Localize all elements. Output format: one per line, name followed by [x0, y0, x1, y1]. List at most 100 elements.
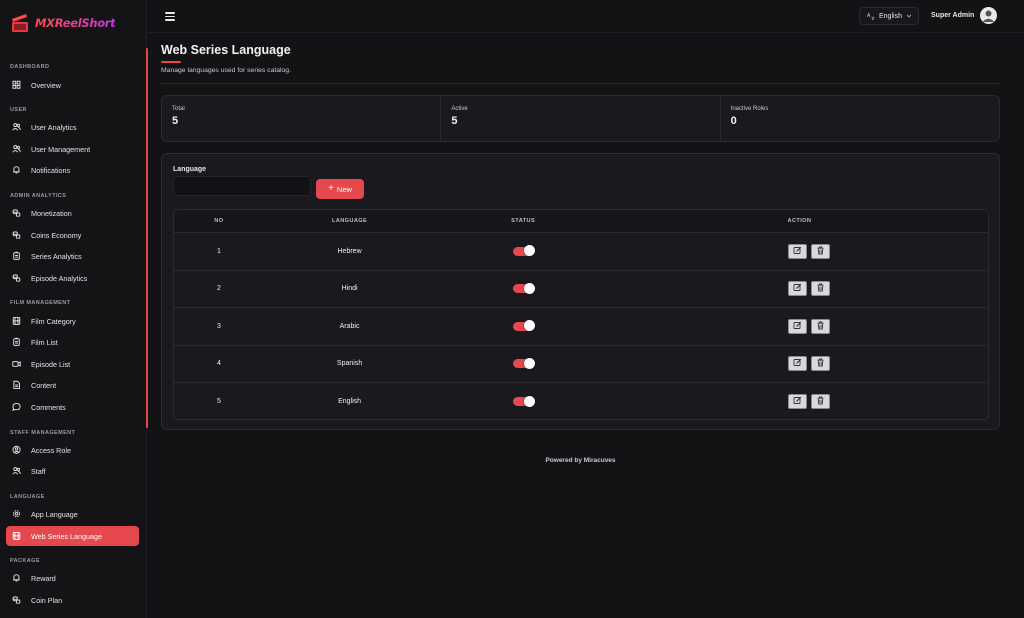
edit-icon — [793, 321, 802, 332]
sidebar-item-film-list[interactable]: Film List — [6, 332, 139, 352]
users-icon — [12, 467, 21, 476]
edit-icon — [793, 246, 802, 257]
title-underline — [161, 61, 181, 63]
edit-button[interactable] — [788, 318, 808, 334]
sidebar-section-title: LANGUAGE — [10, 494, 45, 500]
row-status-cell — [435, 395, 611, 407]
sidebar-item-label: Coins Economy — [31, 230, 82, 240]
sidebar-item-user-analytics[interactable]: User Analytics — [6, 117, 139, 137]
row-number: 5 — [216, 398, 221, 406]
sidebar-item-notifications[interactable]: Notifications — [6, 160, 139, 180]
sidebar-item-coins-economy[interactable]: Coins Economy — [6, 225, 139, 245]
delete-button[interactable] — [811, 394, 831, 410]
menu-toggle-icon[interactable] — [165, 12, 175, 21]
delete-button[interactable] — [811, 356, 831, 372]
trash-icon — [816, 246, 825, 257]
row-language: Hindi — [341, 285, 358, 293]
language-selector[interactable]: A文 English — [859, 7, 919, 25]
table-row: 3 Arabic — [174, 308, 988, 346]
column-header-action: ACTION — [787, 218, 812, 224]
film-icon — [12, 317, 21, 326]
comment-icon — [12, 403, 21, 412]
language-table: NO LANGUAGE STATUS ACTION 1 Hebrew 2 Hin… — [173, 209, 989, 420]
status-toggle[interactable] — [512, 282, 535, 294]
sidebar-item-label: Staff — [31, 466, 46, 476]
stat-value: 5 — [451, 115, 458, 127]
sidebar-item-web-series-language[interactable]: Web Series Language — [6, 526, 139, 546]
logo-icon — [10, 13, 32, 33]
row-actions — [611, 243, 988, 259]
user-name: Super Admin — [931, 12, 975, 19]
language-filter-input[interactable] — [173, 176, 311, 196]
edit-icon — [793, 283, 802, 294]
delete-button[interactable] — [811, 318, 831, 334]
user-menu[interactable]: Super Admin — [931, 7, 998, 24]
row-actions — [611, 356, 988, 372]
status-toggle[interactable] — [512, 320, 535, 332]
edit-button[interactable] — [788, 394, 808, 410]
edit-button[interactable] — [788, 281, 808, 297]
sidebar-section-title: STAFF MANAGEMENT — [10, 430, 76, 436]
stat-inactive: Inactive Roles 0 — [721, 96, 999, 141]
row-language: Arabic — [339, 322, 360, 330]
app-logo[interactable]: MXReelShort — [10, 13, 116, 33]
users-icon — [12, 123, 21, 132]
sidebar-item-label: Content — [31, 380, 57, 390]
table-row: 4 Spanish — [174, 346, 988, 383]
coins-icon — [12, 209, 21, 218]
sidebar-item-label: Episode List — [31, 359, 71, 369]
sidebar-item-coin-plan[interactable]: Coin Plan — [6, 590, 139, 610]
sidebar-item-overview[interactable]: Overview — [6, 75, 139, 95]
app-name: MXReelShort — [35, 16, 116, 30]
delete-button[interactable] — [811, 243, 831, 259]
sidebar-item-user-management[interactable]: User Management — [6, 139, 139, 159]
sidebar-item-app-language[interactable]: App Language — [6, 504, 139, 524]
row-language: Spanish — [336, 360, 363, 368]
sidebar-item-label: Film List — [31, 337, 58, 347]
edit-button[interactable] — [788, 356, 808, 372]
trash-icon — [816, 358, 825, 369]
sidebar-section-title: PACKAGE — [10, 558, 40, 564]
row-actions — [611, 394, 988, 410]
users-icon — [12, 145, 21, 154]
top-bar: A文 English Super Admin — [148, 0, 1024, 33]
table-row: 1 Hebrew — [174, 233, 988, 271]
footer-text: Powered by Miracuves — [545, 457, 616, 464]
sidebar-scrollbar[interactable] — [146, 48, 148, 428]
toggle-knob — [523, 395, 535, 407]
toggle-knob — [523, 245, 535, 257]
new-language-button[interactable]: + New — [316, 179, 364, 199]
row-number: 3 — [216, 322, 221, 330]
coins-icon — [12, 596, 21, 605]
avatar[interactable] — [980, 7, 998, 24]
sidebar-item-staff[interactable]: Staff — [6, 461, 139, 481]
trash-icon — [816, 283, 825, 294]
status-toggle[interactable] — [512, 245, 535, 257]
sidebar-item-reward[interactable]: Reward — [6, 568, 139, 588]
status-toggle[interactable] — [512, 395, 535, 407]
page-title: Web Series Language — [161, 43, 291, 57]
sidebar-item-access-role[interactable]: Access Role — [6, 440, 139, 460]
edit-icon — [793, 396, 802, 407]
document-icon — [12, 380, 21, 390]
sidebar-item-monetization[interactable]: Monetization — [6, 203, 139, 223]
sidebar-item-series-analytics[interactable]: Series Analytics — [6, 246, 139, 266]
sidebar-item-comments[interactable]: Comments — [6, 397, 139, 417]
row-actions — [611, 281, 988, 297]
bell-icon — [12, 166, 21, 175]
sidebar: MXReelShort DASHBOARD Overview USER User An… — [0, 0, 148, 618]
delete-button[interactable] — [811, 281, 831, 297]
stat-total: Total 5 — [162, 96, 442, 141]
edit-button[interactable] — [788, 243, 808, 259]
clipboard-icon — [12, 337, 21, 347]
sidebar-item-content[interactable]: Content — [6, 375, 139, 395]
toggle-knob — [523, 357, 535, 369]
coins-icon — [12, 231, 21, 240]
video-icon — [12, 360, 21, 369]
row-status-cell — [435, 282, 611, 294]
translate-icon: A文 — [867, 13, 875, 20]
sidebar-item-episode-analytics[interactable]: Episode Analytics — [6, 268, 139, 288]
sidebar-item-episode-list[interactable]: Episode List — [6, 354, 139, 374]
sidebar-item-film-category[interactable]: Film Category — [6, 311, 139, 331]
status-toggle[interactable] — [512, 357, 535, 369]
